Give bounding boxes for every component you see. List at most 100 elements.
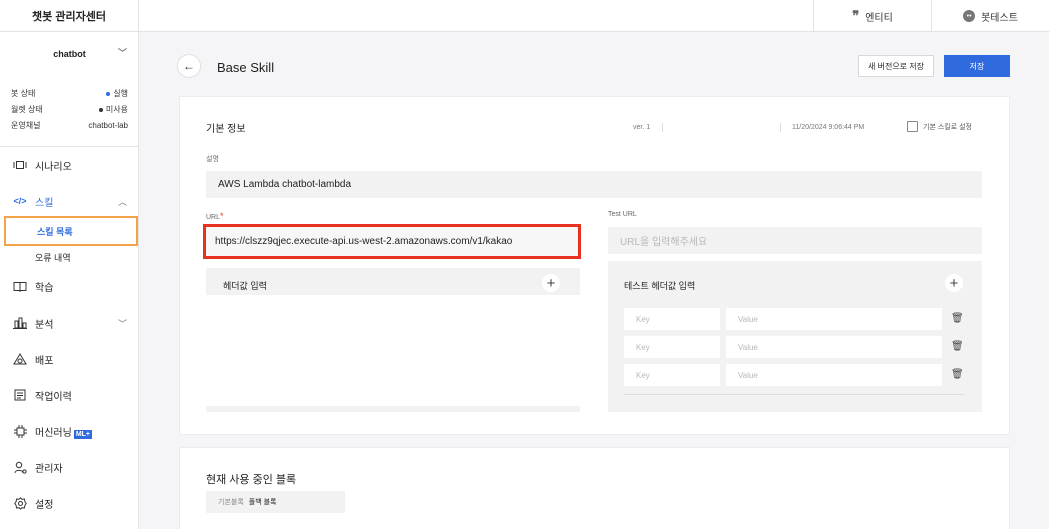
history-icon: [13, 389, 27, 401]
checkbox-icon: [907, 121, 918, 132]
test-header-input-title: 테스트 헤더값 입력: [624, 281, 696, 291]
sidebar-item-label: 배포: [35, 355, 54, 367]
sidebar-item-label: 분석: [35, 319, 54, 331]
sidebar-item-scenario[interactable]: 시나리오: [0, 154, 139, 176]
block-chip[interactable]: 기본블록 폴백 블록: [206, 491, 345, 513]
test-header-key-input[interactable]: Key: [624, 364, 720, 386]
test-header-value-input[interactable]: Value: [726, 308, 942, 330]
sidebar-item-learning[interactable]: 학습: [0, 275, 139, 297]
plus-icon: +: [949, 274, 959, 292]
test-header-key-input[interactable]: Key: [624, 336, 720, 358]
sidebar-item-history[interactable]: 작업이력: [0, 384, 139, 406]
analytics-icon: [13, 317, 27, 329]
sidebar-item-analytics[interactable]: 분석 ﹀: [0, 312, 139, 334]
description-input[interactable]: AWS Lambda chatbot-lambda: [206, 171, 982, 198]
current-blocks-card: [179, 447, 1010, 529]
version-label: ver. 1: [633, 124, 651, 131]
header-input-footer: [206, 406, 580, 412]
sidebar-item-label: 머신러닝: [35, 427, 72, 439]
default-skill-label: 기본 스킬로 설정: [923, 123, 972, 131]
code-icon: </>: [13, 196, 27, 206]
status-row-channel: 운영채널 chatbot-lab: [0, 120, 139, 131]
sidebar-subitem-label: 스킬 목록: [37, 226, 73, 237]
chevron-up-icon: ︿: [117, 196, 127, 207]
trash-icon[interactable]: 🗑: [951, 341, 964, 352]
page-title: Base Skill: [217, 60, 275, 75]
sidebar-subitem-label: 오류 내역: [35, 252, 71, 263]
test-url-label: Test URL: [608, 211, 637, 218]
chevron-down-icon: ﹀: [117, 48, 127, 58]
top-bar: 챗봇 관리자센터 ❞ 엔티티 •• 봇테스트: [0, 0, 1049, 32]
test-url-input[interactable]: URL을 입력해주세요: [608, 227, 982, 254]
test-header-key-input[interactable]: Key: [624, 308, 720, 330]
url-label: URL*: [206, 211, 224, 221]
gear-icon: [13, 496, 27, 510]
trash-icon[interactable]: 🗑: [951, 313, 964, 324]
status-label: 봇 상태: [11, 89, 36, 98]
entity-label: 엔티티: [865, 12, 893, 24]
status-dot-icon: [98, 107, 103, 112]
sidebar-item-label: 작업이력: [35, 391, 72, 403]
sidebar: chatbot ﹀ 봇 상태 실행 월렛 상태 미사용 운영채널 chatbot…: [0, 32, 139, 529]
sidebar-subitem-skill-list[interactable]: 스킬 목록: [4, 216, 138, 246]
basic-info-title: 기본 정보: [206, 124, 246, 135]
ml-badge: ML+: [73, 429, 93, 439]
sidebar-item-label: 스킬: [35, 197, 54, 209]
sidebar-item-deploy[interactable]: 배포: [0, 348, 139, 370]
sidebar-item-label: 시나리오: [35, 161, 72, 173]
bottest-label: 봇테스트: [981, 12, 1018, 24]
app-title: 챗봇 관리자센터: [0, 0, 139, 32]
sidebar-item-ml[interactable]: 머신러닝 ML+: [0, 420, 139, 442]
bot-name: chatbot: [53, 49, 86, 59]
plus-icon: +: [546, 274, 556, 292]
current-blocks-title: 현재 사용 중인 블록: [206, 474, 297, 486]
add-header-button[interactable]: +: [542, 274, 560, 292]
admin-icon: [13, 461, 27, 474]
default-skill-checkbox[interactable]: 기본 스킬로 설정: [907, 121, 972, 132]
status-label: 운영채널: [11, 121, 41, 130]
bot-status-block: 봇 상태 실행 월렛 상태 미사용 운영채널 chatbot-lab: [0, 88, 139, 136]
scenario-icon: [13, 160, 27, 170]
status-label: 월렛 상태: [11, 105, 43, 114]
header-input-title: 헤더값 입력: [223, 281, 267, 291]
save-new-version-button[interactable]: 새 버전으로 저장: [858, 55, 934, 77]
sidebar-item-admin[interactable]: 관리자: [0, 456, 139, 478]
sidebar-item-label: 설정: [35, 499, 54, 511]
chip-icon: [13, 424, 27, 438]
deploy-icon: [13, 353, 27, 365]
required-mark: *: [220, 211, 224, 221]
bottest-button[interactable]: •• 봇테스트: [931, 0, 1049, 32]
sidebar-item-label: 관리자: [35, 463, 63, 475]
bot-selector[interactable]: chatbot ﹀: [0, 32, 139, 76]
panel-divider: [624, 394, 964, 395]
modified-date: 11/20/2024 9:06:44 PM: [792, 124, 865, 131]
description-label: 설명: [206, 156, 219, 163]
status-row-wallet: 월렛 상태 미사용: [0, 104, 139, 115]
status-value: 미사용: [105, 105, 128, 114]
sidebar-divider: [0, 146, 139, 147]
save-button[interactable]: 저장: [944, 55, 1010, 77]
entity-button[interactable]: ❞ 엔티티: [813, 0, 931, 32]
test-header-value-input[interactable]: Value: [726, 336, 942, 358]
url-input[interactable]: https://clszz9qjec.execute-api.us-west-2…: [203, 224, 581, 259]
arrow-left-icon: ←: [183, 59, 195, 73]
sidebar-item-settings[interactable]: 설정: [0, 492, 139, 514]
sidebar-item-label: 학습: [35, 282, 54, 294]
status-value: 실행: [113, 89, 128, 98]
quote-icon: ❞: [852, 8, 860, 24]
back-button[interactable]: ←: [178, 55, 200, 77]
test-header-value-input[interactable]: Value: [726, 364, 942, 386]
trash-icon[interactable]: 🗑: [951, 369, 964, 380]
meta-divider: [662, 123, 663, 132]
add-test-header-button[interactable]: +: [945, 274, 963, 292]
sidebar-subitem-error-log[interactable]: 오류 내역: [0, 248, 139, 266]
chat-bubble-icon: ••: [963, 10, 976, 22]
sidebar-item-skill[interactable]: </> 스킬 ︿: [0, 190, 139, 212]
block-chip-value: 폴백 블록: [248, 499, 277, 506]
status-value: chatbot-lab: [88, 121, 128, 130]
chevron-down-icon: ﹀: [117, 318, 127, 329]
meta-divider: [780, 123, 781, 132]
book-icon: [13, 281, 27, 292]
status-dot-icon: [106, 91, 111, 96]
block-chip-key: 기본블록: [218, 499, 244, 506]
